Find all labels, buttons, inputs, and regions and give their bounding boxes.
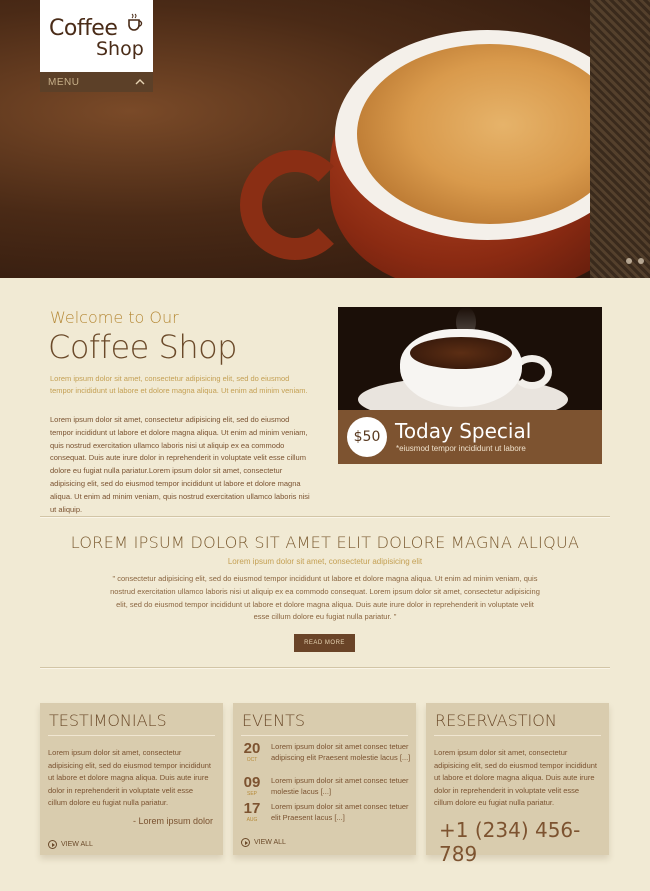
testimonials-box: TESTIMONIALS Lorem ipsum dolor sit amet,… [40, 703, 223, 855]
section-title: LOREM IPSUM DOLOR SIT AMET ELIT DOLORE M… [70, 533, 580, 552]
reservation-phone[interactable]: +1 (234) 456-789 [439, 818, 609, 866]
event-item[interactable]: 09 SEP Lorem ipsum dolor sit amet consec… [241, 775, 411, 801]
events-box: EVENTS 20 OCT Lorem ipsum dolor sit amet… [233, 703, 416, 855]
play-icon [48, 840, 57, 849]
event-day: 17 [243, 800, 261, 817]
welcome-subtitle: Welcome to Our [50, 308, 179, 327]
welcome-body: Lorem ipsum dolor sit amet, consectetur … [50, 415, 310, 514]
slider-dots[interactable] [626, 258, 644, 264]
event-date: 20 OCT [241, 740, 263, 764]
testimonials-title: TESTIMONIALS [49, 711, 167, 730]
logo-line-2: Shop [96, 38, 144, 60]
events-title: EVENTS [242, 711, 306, 730]
cup-coffee [410, 337, 512, 369]
today-special-card[interactable]: $50 Today Special *eiusmod tempor incidi… [338, 307, 602, 464]
event-month: SEP [246, 791, 257, 797]
divider [40, 667, 610, 669]
event-text: Lorem ipsum dolor sit amet consec tetuer… [271, 742, 411, 762]
event-text: Lorem ipsum dolor sit amet consec tetuer… [271, 802, 409, 822]
read-more-button[interactable]: READ MORE [294, 634, 355, 652]
coffee-cup-icon [128, 13, 143, 31]
view-all-label: VIEW ALL [61, 841, 93, 848]
testimonial-text: Lorem ipsum dolor sit amet, consectetur … [48, 748, 212, 807]
hero-coffee-foam [357, 44, 622, 224]
event-date: 17 AUG [241, 800, 263, 824]
reservation-box: RESERVASTION Lorem ipsum dolor sit amet,… [426, 703, 609, 866]
site-logo[interactable]: Coffee Shop [40, 0, 153, 72]
hero-cup-handle [240, 150, 350, 260]
view-all-link[interactable]: VIEW ALL [241, 838, 286, 847]
box-rule [48, 735, 215, 736]
section-quote: " consectetur adipisicing elit, sed do e… [110, 574, 540, 622]
reservation-text: Lorem ipsum dolor sit amet, consectetur … [434, 748, 598, 807]
chevron-up-icon [135, 79, 145, 85]
box-rule [241, 735, 408, 736]
event-day: 20 [243, 740, 261, 757]
menu-toggle[interactable]: MENU [40, 72, 153, 92]
menu-label: MENU [48, 76, 80, 88]
event-month: OCT [246, 757, 258, 763]
divider [40, 516, 610, 518]
price-badge: $50 [347, 417, 387, 457]
event-day: 09 [243, 774, 261, 791]
testimonial-author: - Lorem ipsum dolor [132, 816, 213, 826]
box-rule [434, 735, 601, 736]
event-text: Lorem ipsum dolor sit amet consec tetuer… [271, 776, 409, 796]
slider-dot[interactable] [626, 258, 632, 264]
special-description: *eiusmod tempor incididunt ut labore [396, 444, 526, 453]
play-icon [241, 838, 250, 847]
hero-burlap [590, 0, 650, 278]
event-date: 09 SEP [241, 774, 263, 798]
reservation-title: RESERVASTION [435, 711, 557, 730]
special-title: Today Special [395, 419, 532, 443]
view-all-link[interactable]: VIEW ALL [48, 840, 93, 849]
section-subtitle: Lorem ipsum dolor sit amet, consectetur … [227, 557, 423, 566]
event-month: AUG [246, 817, 258, 823]
slider-dot[interactable] [638, 258, 644, 264]
event-item[interactable]: 17 AUG Lorem ipsum dolor sit amet consec… [241, 801, 411, 827]
view-all-label: VIEW ALL [254, 839, 286, 846]
welcome-title: Coffee Shop [48, 328, 237, 366]
event-item[interactable]: 20 OCT Lorem ipsum dolor sit amet consec… [241, 741, 411, 767]
welcome-intro: Lorem ipsum dolor sit amet, consectetur … [50, 374, 308, 395]
